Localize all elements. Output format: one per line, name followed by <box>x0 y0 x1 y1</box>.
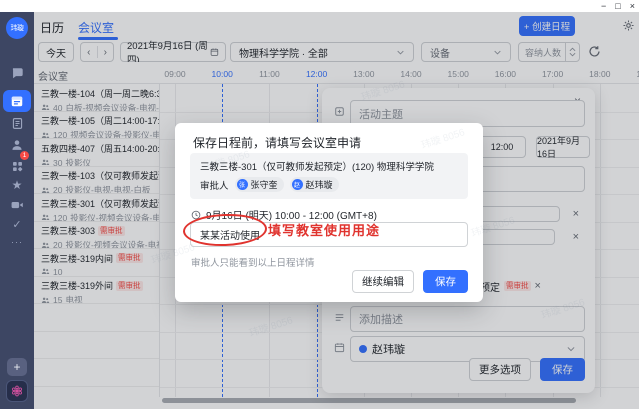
messenger-icon[interactable] <box>0 62 34 84</box>
favorites-star-icon[interactable]: ★ <box>0 174 34 196</box>
maximize-icon[interactable]: □ <box>615 1 620 11</box>
add-app-button[interactable]: + <box>7 358 27 376</box>
app-logo[interactable] <box>6 380 28 402</box>
annotation-text: 填写教室使用用途 <box>268 220 380 239</box>
approver-chip[interactable]: 赵赵玮璇 <box>290 177 339 192</box>
room-info-text: 三教三楼-301（仅可教师发起预定）(120) 物理科学学院 <box>200 159 434 173</box>
approver-name: 赵玮璇 <box>306 178 333 191</box>
modal-save-button[interactable]: 保存 <box>423 270 468 293</box>
notification-badge: 1 <box>20 151 29 160</box>
approver-name: 张守奎 <box>251 178 278 191</box>
room-request-modal: 保存日程前，请填写会议室申请 三教三楼-301（仅可教师发起预定）(120) 物… <box>175 123 483 302</box>
modal-title: 保存日程前，请填写会议室申请 <box>193 134 361 151</box>
continue-edit-button[interactable]: 继续编辑 <box>352 270 414 293</box>
app-sidebar: 玮璇 1 ★ ✓ ··· + <box>0 12 34 409</box>
contacts-icon[interactable] <box>0 134 34 156</box>
modal-note: 审批人只能看到以上日程详情 <box>191 255 315 269</box>
window-titlebar: − □ × <box>0 0 639 12</box>
room-info-box: 三教三楼-301（仅可教师发起预定）(120) 物理科学学院 审批人 张张守奎赵… <box>190 153 468 199</box>
approver-chip[interactable]: 张张守奎 <box>235 177 284 192</box>
approver-chips: 张张守奎赵赵玮璇 <box>235 177 339 192</box>
calendar-icon[interactable] <box>3 90 31 112</box>
minimize-icon[interactable]: − <box>601 1 606 11</box>
close-icon[interactable]: × <box>630 1 635 11</box>
more-apps-icon[interactable]: ··· <box>0 231 34 253</box>
approver-avatar: 赵 <box>292 179 303 190</box>
approver-label: 审批人 <box>200 178 229 192</box>
user-avatar[interactable]: 玮璇 <box>6 17 28 39</box>
approver-avatar: 张 <box>237 179 248 190</box>
docs-icon[interactable] <box>0 112 34 134</box>
